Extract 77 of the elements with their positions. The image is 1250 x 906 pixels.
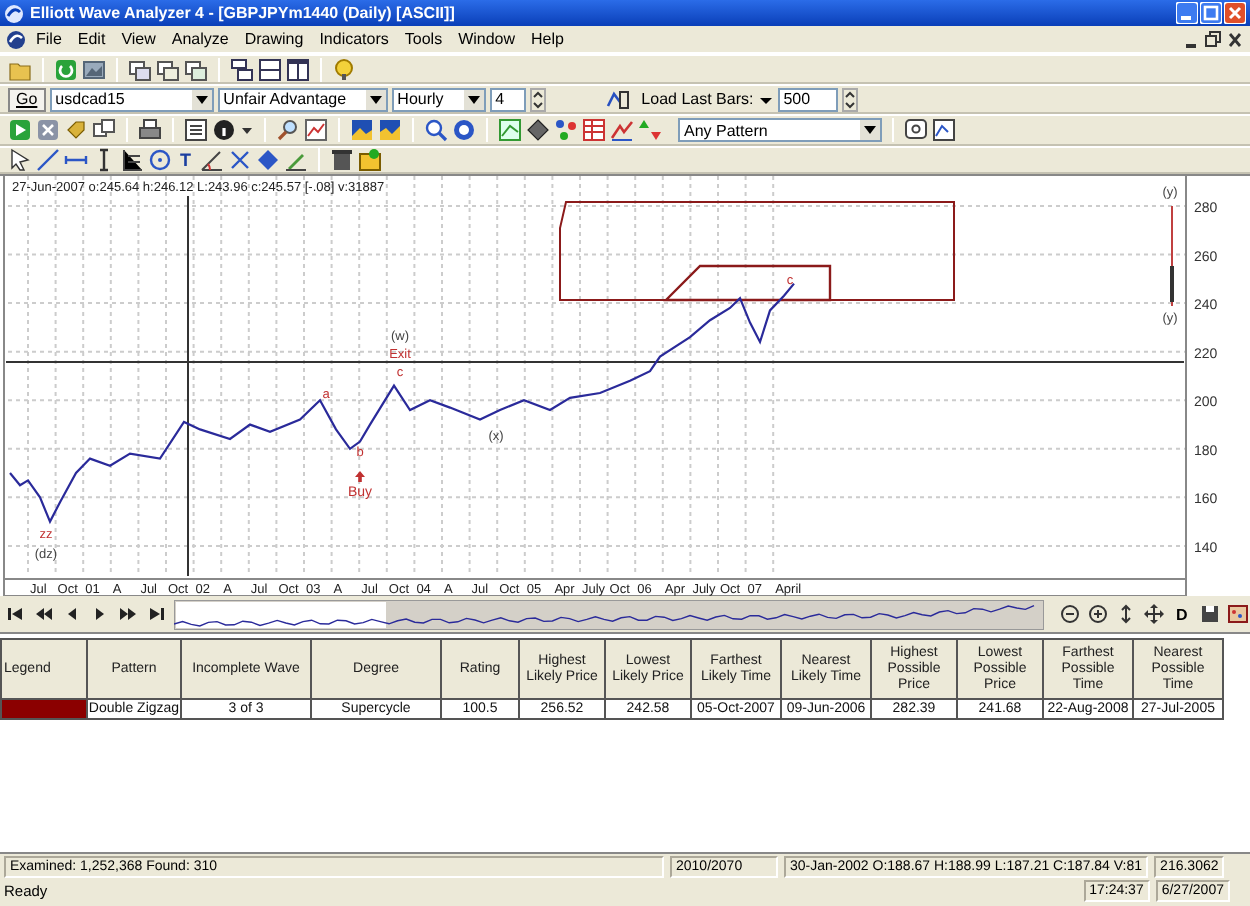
picture-icon[interactable] — [82, 57, 106, 81]
move-icon[interactable] — [1144, 604, 1164, 624]
tag-icon[interactable] — [64, 118, 88, 142]
zoom-icon[interactable] — [424, 118, 448, 142]
menu-item[interactable]: Edit — [71, 30, 112, 48]
load-bars-label: Load Last Bars: — [641, 90, 754, 108]
overview-scrollbar[interactable] — [174, 599, 1044, 629]
last-icon[interactable] — [146, 604, 166, 624]
circle-icon[interactable] — [148, 148, 172, 172]
spinner-icon[interactable] — [529, 87, 546, 111]
go-button[interactable]: Go — [8, 87, 46, 111]
menu-item[interactable]: Tools — [398, 30, 449, 48]
search-icon[interactable] — [276, 118, 300, 142]
table-icon[interactable] — [582, 118, 606, 142]
app-icon — [4, 3, 24, 23]
caret-icon — [862, 122, 878, 138]
window-icon[interactable] — [184, 57, 208, 81]
symbol-dropdown[interactable]: usdcad15 — [49, 87, 214, 111]
tile-vertical-icon[interactable] — [286, 57, 310, 81]
range-marker — [1170, 205, 1174, 307]
bars-count-field[interactable]: 500 — [777, 87, 838, 111]
zoom-out-icon[interactable] — [1060, 604, 1080, 624]
palette-icon[interactable] — [1227, 604, 1248, 624]
up-down-icon[interactable] — [638, 118, 662, 142]
trash-icon[interactable] — [329, 148, 353, 172]
menu-item[interactable]: Analyze — [165, 30, 235, 48]
caret-icon — [367, 91, 384, 107]
pointer-icon[interactable] — [8, 148, 32, 172]
menu-item[interactable]: Indicators — [313, 30, 395, 48]
caret-icon — [193, 91, 210, 107]
first-icon[interactable] — [6, 604, 26, 624]
timeframe-dropdown[interactable]: Hourly — [391, 87, 486, 111]
fast-forward-icon[interactable] — [118, 604, 138, 624]
menu-item[interactable]: Drawing — [238, 30, 310, 48]
menu-item[interactable]: Window — [452, 30, 522, 48]
window-icon[interactable] — [156, 57, 180, 81]
window-title: Elliott Wave Analyzer 4 - [GBPJPYm1440 (Daily) [ASCII]] — [30, 4, 457, 22]
chart-icon[interactable] — [304, 118, 328, 142]
restore-icon[interactable] — [1204, 29, 1222, 49]
buy-arrow-icon — [355, 471, 365, 482]
tile-horizontal-icon[interactable] — [258, 57, 282, 81]
cascade-icon[interactable] — [230, 57, 254, 81]
network-icon[interactable] — [554, 118, 578, 142]
info-icon[interactable] — [212, 118, 236, 142]
count-field[interactable]: 4 — [489, 87, 526, 111]
vertical-resize-icon[interactable] — [1116, 604, 1136, 624]
rewind-icon[interactable] — [34, 604, 54, 624]
fibonacci-icon[interactable] — [120, 148, 144, 172]
diamond-icon[interactable] — [526, 118, 550, 142]
box-icon[interactable] — [357, 148, 381, 172]
angle-icon[interactable] — [199, 148, 223, 172]
windows-icon[interactable] — [92, 118, 116, 142]
save-icon[interactable] — [1199, 604, 1220, 624]
menu-item[interactable]: View — [115, 30, 162, 48]
caret-icon[interactable] — [240, 122, 254, 138]
caret-icon — [465, 91, 482, 107]
menu-item[interactable]: Help — [525, 30, 570, 48]
maximize-icon[interactable] — [1200, 2, 1222, 24]
zoom-in-icon[interactable] — [1088, 604, 1108, 624]
line-icon[interactable] — [36, 148, 60, 172]
cross-icon[interactable] — [227, 148, 251, 172]
window-icon[interactable] — [128, 57, 152, 81]
map-icon[interactable] — [350, 118, 374, 142]
pattern-dropdown[interactable]: Any Pattern — [678, 118, 882, 142]
detail-button[interactable]: D — [1172, 605, 1192, 623]
target-icon[interactable] — [452, 118, 476, 142]
menu-item[interactable]: File — [30, 30, 68, 48]
spinner-icon[interactable] — [841, 87, 858, 111]
list-icon[interactable] — [184, 118, 208, 142]
pencil-icon[interactable] — [283, 148, 307, 172]
signal-chart-icon[interactable] — [610, 118, 634, 142]
system-dropdown[interactable]: Unfair Advantage — [217, 87, 388, 111]
close-icon[interactable] — [1226, 29, 1244, 49]
refresh-icon[interactable] — [54, 57, 78, 81]
text-tool[interactable]: T — [176, 150, 195, 170]
printer-icon[interactable] — [138, 118, 162, 142]
map-icon[interactable] — [378, 118, 402, 142]
